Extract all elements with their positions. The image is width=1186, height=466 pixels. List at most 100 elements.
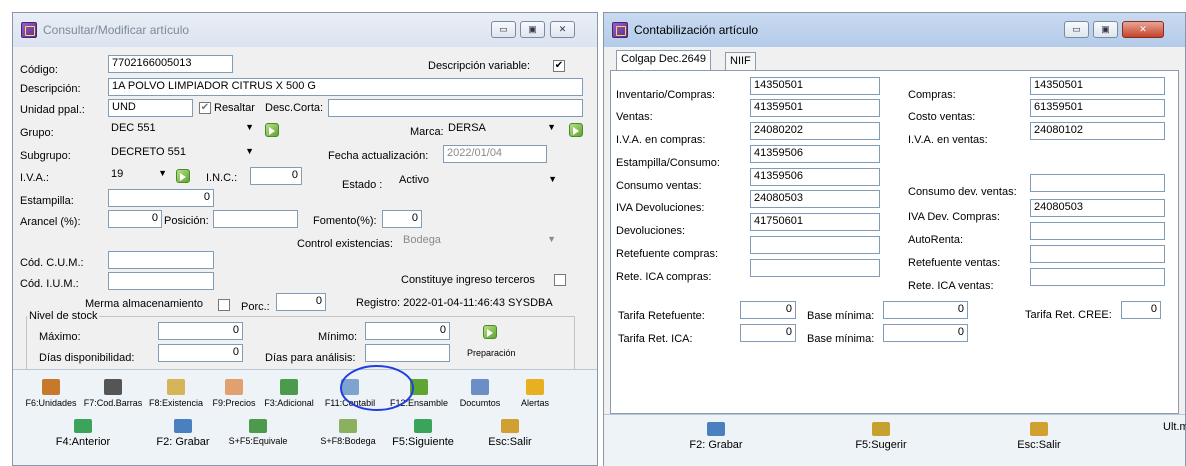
acc-left-field-2[interactable]: 24080202	[750, 122, 880, 140]
unidad-field[interactable]: UND	[108, 99, 193, 117]
descripcion-field[interactable]: 1A POLVO LIMPIADOR CITRUS X 500 G	[108, 78, 583, 96]
toolbar-f5-siguiente-button[interactable]: F5:Siguiente	[381, 419, 465, 448]
arancel-field[interactable]: 0	[108, 210, 162, 228]
toolbar-documtos-button[interactable]: Documtos	[454, 379, 506, 408]
toolbar-s-f8-bodega-button[interactable]: S+F8:Bodega	[313, 419, 383, 446]
cod-ium-field[interactable]	[108, 272, 214, 290]
acc-left-field-1[interactable]: 41359501	[750, 99, 880, 117]
toolbar-button-label: Esc:Salir	[488, 436, 532, 448]
iva-go-icon[interactable]	[176, 169, 190, 183]
toolbar-button-label: F2: Grabar	[156, 436, 210, 448]
toolbar-esc-salir-button[interactable]: Esc:Salir	[999, 422, 1079, 451]
codigo-field[interactable]: 7702166005013	[108, 55, 233, 73]
grupo-select[interactable]: DEC 551 ▼	[108, 121, 258, 139]
acc-left-field-5[interactable]: 24080503	[750, 190, 880, 208]
maximize-button[interactable]: ▣	[520, 21, 545, 38]
price-tag-icon	[225, 379, 243, 395]
acc-left-field-3[interactable]: 41359506	[750, 145, 880, 163]
dias-disponibilidad-field[interactable]: 0	[158, 344, 243, 362]
estado-select[interactable]: Activo ▼	[396, 173, 561, 191]
acc-right-label-7: Rete. ICA ventas:	[908, 280, 994, 292]
units-icon	[42, 379, 60, 395]
toolbar-f7-cod-barras-button[interactable]: F7:Cod.Barras	[81, 379, 145, 408]
toolbar-f8-existencia-button[interactable]: F8:Existencia	[147, 379, 205, 408]
toolbar-esc-salir-button[interactable]: Esc:Salir	[475, 419, 545, 448]
posicion-field[interactable]	[213, 210, 298, 228]
acc-right-field-3[interactable]	[1030, 174, 1165, 192]
tarifa-cree-field[interactable]: 0	[1121, 301, 1161, 319]
merma-checkbox[interactable]	[218, 299, 230, 311]
acc-left-label-5: IVA Devoluciones:	[616, 202, 705, 214]
acc-left-field-0[interactable]: 14350501	[750, 77, 880, 95]
dias-analisis-field[interactable]	[365, 344, 450, 362]
puzzle-icon[interactable]	[483, 325, 497, 339]
base-minima-2-field[interactable]: 0	[883, 324, 968, 342]
exit-icon	[1030, 422, 1048, 436]
app-icon	[612, 22, 628, 38]
acc-left-field-6[interactable]: 41750601	[750, 213, 880, 231]
app-icon	[21, 22, 37, 38]
acc-right-field-5[interactable]	[1030, 222, 1165, 240]
acc-right-field-2[interactable]: 24080102	[1030, 122, 1165, 140]
tab-colgap[interactable]: Colgap Dec.2649	[616, 50, 712, 70]
inc-field[interactable]: 0	[250, 167, 302, 185]
iva-select[interactable]: 19 ▼	[108, 167, 171, 185]
close-button[interactable]: ✕	[550, 21, 575, 38]
acc-right-label-5: AutoRenta:	[908, 234, 964, 246]
dias-disponibilidad-label: Días disponibilidad:	[39, 352, 135, 364]
toolbar-f2-grabar-button[interactable]: F2: Grabar	[148, 419, 218, 448]
acc-right-field-4[interactable]: 24080503	[1030, 199, 1165, 217]
marca-select[interactable]: DERSA ▼	[445, 121, 560, 139]
minimize-button[interactable]: ▭	[1064, 21, 1089, 38]
acc-left-label-6: Devoluciones:	[616, 225, 686, 237]
desc-variable-checkbox[interactable]: ✔	[553, 60, 565, 72]
acc-right-field-0[interactable]: 14350501	[1030, 77, 1165, 95]
toolbar-button-label: F8:Existencia	[148, 398, 204, 408]
toolbar-f6-unidades-button[interactable]: F6:Unidades	[23, 379, 79, 408]
acc-right-field-6[interactable]	[1030, 245, 1165, 263]
acc-left-label-1: Ventas:	[616, 111, 653, 123]
acc-left-field-7[interactable]	[750, 236, 880, 254]
desc-corta-label: Desc.Corta:	[265, 102, 324, 114]
acc-right-field-7[interactable]	[1030, 268, 1165, 286]
toolbar-alertas-button[interactable]: Alertas	[510, 379, 560, 408]
exit-icon	[501, 419, 519, 433]
fomento-field[interactable]: 0	[382, 210, 422, 228]
grupo-go-icon[interactable]	[265, 123, 279, 137]
tarifa-retefuente-field[interactable]: 0	[740, 301, 796, 319]
toolbar-button-label: Alertas	[520, 398, 549, 408]
marca-go-icon[interactable]	[569, 123, 583, 137]
tab-niif[interactable]: NIIF	[725, 52, 756, 70]
subgrupo-select[interactable]: DECRETO 551 ▼	[108, 145, 258, 163]
constituye-ingreso-checkbox[interactable]	[554, 274, 566, 286]
subgrupo-label: Subgrupo:	[20, 150, 71, 162]
estampilla-field[interactable]: 0	[108, 189, 214, 207]
minimo-field[interactable]: 0	[365, 322, 450, 340]
maximo-field[interactable]: 0	[158, 322, 243, 340]
chevron-down-icon: ▼	[547, 122, 556, 132]
toolbar-button-label: F4:Anterior	[55, 436, 111, 448]
tarifa-cree-label: Tarifa Ret. CREE:	[1025, 309, 1112, 321]
toolbar-f9-precios-button[interactable]: F9:Precios	[208, 379, 260, 408]
maximize-button[interactable]: ▣	[1093, 21, 1118, 38]
toolbar-f2-grabar-button[interactable]: F2: Grabar	[676, 422, 756, 451]
toolbar-f5-sugerir-button[interactable]: F5:Sugerir	[841, 422, 921, 451]
chevron-down-icon: ▼	[548, 174, 557, 184]
toolbar-f4-anterior-button[interactable]: F4:Anterior	[48, 419, 118, 448]
toolbar-s-f5-equivale-button[interactable]: S+F5:Equivale	[223, 419, 293, 446]
close-button[interactable]: ✕	[1122, 21, 1164, 38]
acc-left-field-4[interactable]: 41359506	[750, 168, 880, 186]
toolbar-f3-adicional-button[interactable]: F3:Adicional	[263, 379, 315, 408]
desc-corta-field[interactable]	[328, 99, 583, 117]
acc-right-field-1[interactable]: 61359501	[1030, 99, 1165, 117]
base-minima-field[interactable]: 0	[883, 301, 968, 319]
acc-left-label-3: Estampilla/Consumo:	[616, 157, 720, 169]
tarifa-ica-field[interactable]: 0	[740, 324, 796, 342]
preparacion-button[interactable]: Preparación	[467, 348, 516, 358]
resaltar-label: Resaltar	[214, 102, 255, 114]
cod-cum-field[interactable]	[108, 251, 214, 269]
porc-field[interactable]: 0	[276, 293, 326, 311]
acc-left-field-8[interactable]	[750, 259, 880, 277]
minimize-button[interactable]: ▭	[491, 21, 516, 38]
resaltar-checkbox[interactable]: ✔	[199, 102, 211, 114]
